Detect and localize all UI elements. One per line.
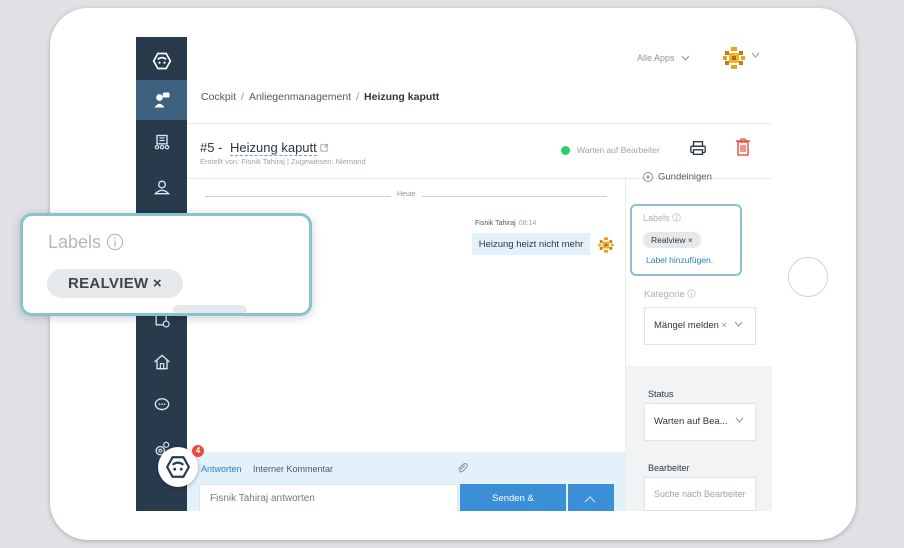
category-value: Mängel melden (654, 320, 719, 331)
basic-settings-label: Gundeinigen (658, 171, 712, 183)
assistant-logo-icon (165, 456, 191, 478)
info-icon (672, 213, 681, 222)
reply-input[interactable]: Fisnik Tahiraj antworten (199, 484, 458, 511)
day-divider-label: Heute (391, 191, 422, 198)
status-select[interactable]: Warten auf Bea... (644, 403, 756, 441)
send-options-button[interactable] (568, 484, 614, 511)
breadcrumb: Cockpit / Anliegenmanagement / Heizung kaput… (201, 91, 440, 103)
message-bubble: Heizung heizt nicht mehr (472, 233, 590, 255)
avatar-pattern-icon (723, 47, 745, 69)
basic-settings-header[interactable]: Gundeinigen (642, 171, 712, 183)
sidebar-item-home[interactable] (136, 342, 187, 382)
user-speech-icon (154, 92, 169, 108)
print-icon[interactable] (689, 139, 707, 157)
top-bar: Alle Apps (187, 37, 772, 83)
ticket-status: Warten auf Bearbeiter (577, 145, 660, 155)
chevron-up-icon (584, 496, 596, 503)
assignee-title: Bearbeiter (648, 463, 690, 473)
chevron-down-icon (735, 415, 744, 426)
chevron-down-icon (681, 53, 690, 63)
edit-icon[interactable] (320, 143, 329, 152)
details-panel: Gundeinigen Labels Realview × Label hinz… (625, 172, 772, 511)
status-value: Warten auf Bea... (654, 416, 728, 427)
callout-ghost-chip (173, 305, 247, 313)
tab-internal-comment[interactable]: Interner Kommentar (253, 464, 333, 474)
message-avatar (598, 237, 614, 253)
sidebar-item-messages[interactable] (136, 385, 187, 425)
tablet-home-button (788, 257, 828, 297)
status-dot (561, 146, 570, 155)
labels-card: Labels Realview × Label hinzufügen. (630, 204, 742, 276)
user-icon (153, 180, 170, 195)
ticket-title-editable[interactable]: Heizung kaputt (230, 140, 317, 156)
message-author: Fisnik Tahiraj (475, 220, 516, 227)
paperclip-icon[interactable] (455, 461, 469, 475)
breadcrumb-item-cockpit[interactable]: Cockpit (201, 91, 236, 103)
notification-badge: 4 (192, 445, 204, 457)
labels-zoom-callout: Labels REALVIEW × (20, 213, 312, 316)
workflow-section: Status Warten auf Bea... Bearbeiter Such… (626, 366, 772, 511)
assignee-search-input[interactable]: Suche nach Bearbeiter (644, 477, 756, 511)
ticket-title: #5 - Heizung kaputt (200, 140, 329, 156)
label-chip-realview[interactable]: Realview × (643, 232, 701, 248)
sidebar-item-cockpit[interactable] (136, 80, 187, 120)
ticket-meta: Erstellt von: Fisnik Tahiraj | Zugewiese… (200, 157, 366, 166)
all-apps-menu[interactable]: Alle Apps (637, 53, 690, 63)
chevron-down-icon (734, 319, 743, 330)
clear-icon[interactable]: × (721, 320, 727, 331)
add-label-link[interactable]: Label hinzufügen. (646, 255, 713, 265)
callout-label-chip[interactable]: REALVIEW × (47, 269, 183, 298)
home-icon (153, 354, 170, 370)
message-meta: Fisnik Tahiraj 08:14 (475, 220, 536, 227)
gear-icon (642, 171, 654, 183)
breadcrumb-item-anliegenmanagement[interactable]: Anliegenmanagement (249, 91, 351, 103)
category-title: Kategorie (644, 289, 696, 300)
reply-panel: Antworten Interner Kommentar Fisnik Tahi… (187, 452, 625, 511)
tab-answer[interactable]: Antworten (201, 464, 242, 474)
sidebar-item-directory[interactable] (136, 123, 187, 163)
building-users-icon (154, 134, 169, 150)
breadcrumb-current: Heizung kaputt (364, 91, 440, 103)
avatar-chevron-down-icon[interactable] (751, 50, 760, 61)
user-avatar[interactable] (721, 45, 747, 71)
ticket-number: #5 - (200, 140, 223, 155)
labels-title: Labels (643, 213, 681, 223)
trash-icon[interactable] (735, 138, 751, 156)
info-icon (687, 289, 696, 298)
chat-bubble-icon (154, 398, 169, 411)
category-select[interactable]: Mängel melden × (644, 307, 756, 345)
all-apps-label: Alle Apps (636, 53, 675, 63)
callout-labels-title: Labels (48, 232, 124, 253)
info-icon (106, 233, 124, 251)
status-title: Status (648, 389, 674, 399)
send-button[interactable]: Senden & (460, 484, 566, 511)
message-time: 08:14 (518, 220, 537, 227)
sidebar-item-contacts[interactable] (136, 167, 187, 207)
app-logo-icon[interactable] (136, 41, 187, 81)
